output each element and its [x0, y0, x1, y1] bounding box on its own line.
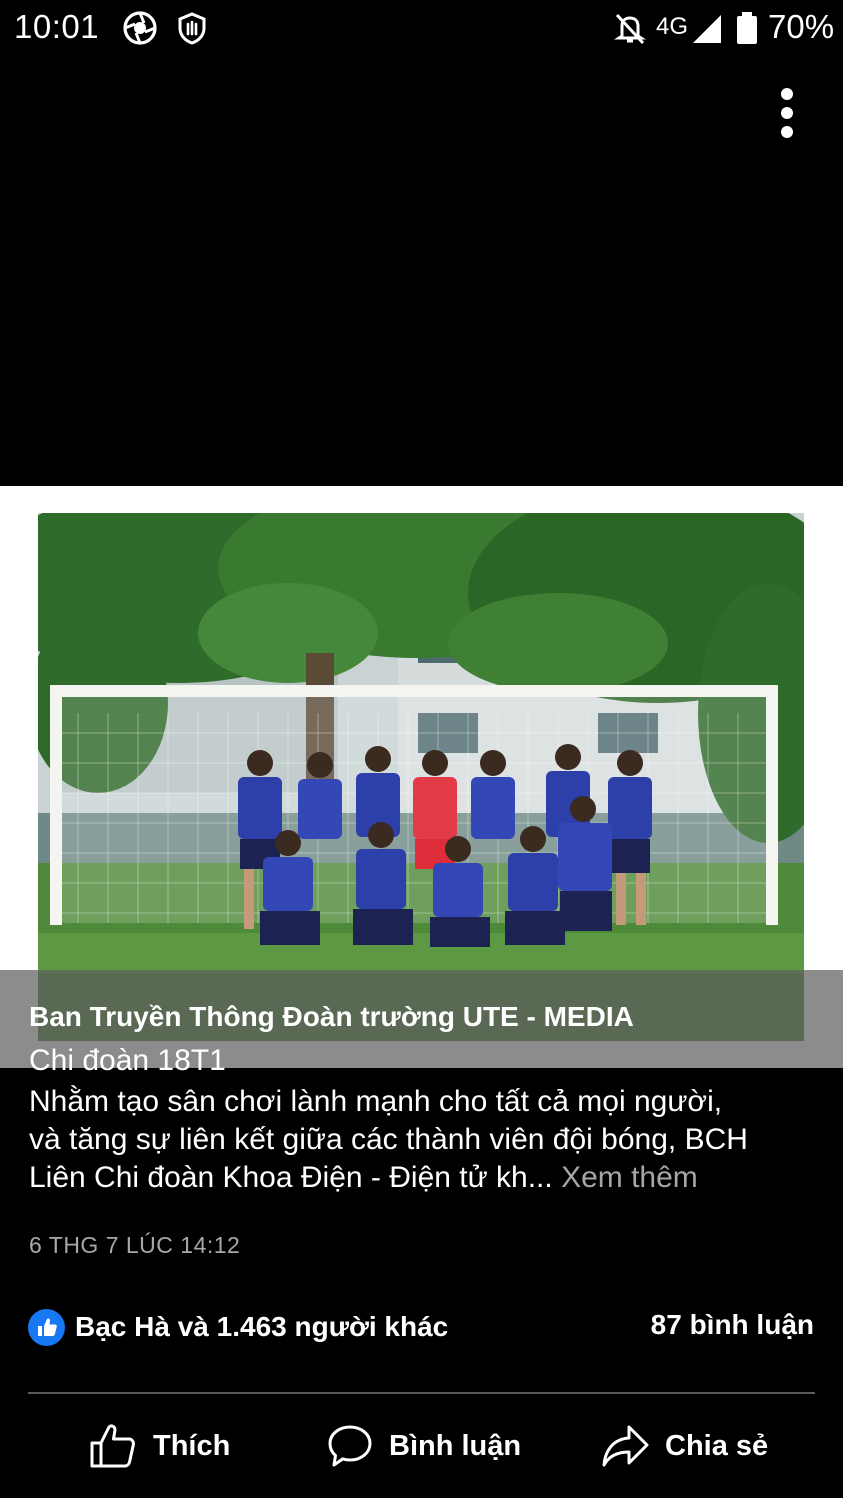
divider	[28, 1392, 815, 1394]
shield-hand-icon	[174, 10, 210, 46]
comment-bubble-icon	[328, 1425, 372, 1467]
network-type-label: 4G	[656, 13, 689, 40]
more-options-button[interactable]	[767, 84, 807, 144]
status-bar: 10:01 4G 70%	[0, 0, 843, 58]
see-more-link[interactable]: Xem thêm	[561, 1161, 698, 1194]
status-time: 10:01	[14, 8, 100, 45]
like-label: Thích	[153, 1429, 231, 1462]
share-arrow-icon	[602, 1425, 649, 1467]
post-text-line: Nhằm tạo sân chơi lành mạnh cho tất cả m…	[29, 1085, 723, 1118]
post-text-line: và tăng sự liên kết giữa các thành viên …	[29, 1123, 748, 1156]
like-button[interactable]: Thích	[89, 1420, 230, 1472]
more-vertical-icon	[781, 88, 793, 138]
post-timestamp: 6 THG 7 LÚC 14:12	[29, 1232, 241, 1258]
comment-label: Bình luận	[389, 1429, 522, 1462]
like-reaction-icon	[28, 1308, 65, 1346]
thumbs-up-icon	[90, 1424, 135, 1468]
reactions-summary[interactable]: Bạc Hà và 1.463 người khác	[28, 1308, 448, 1346]
share-button[interactable]: Chia sẻ	[601, 1420, 768, 1472]
bell-off-icon	[612, 10, 648, 46]
share-label: Chia sẻ	[665, 1429, 769, 1462]
battery-percent: 70%	[768, 8, 835, 45]
post-text-line: Liên Chi đoàn Khoa Điện - Điện tử kh... …	[29, 1159, 829, 1197]
post-text-line-content: Liên Chi đoàn Khoa Điện - Điện tử kh...	[29, 1161, 553, 1194]
comment-button[interactable]: Bình luận	[327, 1420, 521, 1472]
post-group[interactable]: Chi đoàn 18T1	[29, 1044, 226, 1078]
battery-icon	[734, 10, 760, 46]
post-text: Nhằm tạo sân chơi lành mạnh cho tất cả m…	[29, 1083, 829, 1197]
comment-count[interactable]: 87 bình luận	[651, 1309, 814, 1341]
signal-icon	[690, 10, 724, 46]
reaction-text: Bạc Hà và 1.463 người khác	[75, 1311, 449, 1342]
post-photo[interactable]	[38, 513, 804, 1041]
aperture-icon	[122, 10, 158, 46]
post-author[interactable]: Ban Truyền Thông Đoàn trường UTE - MEDIA	[29, 1001, 634, 1033]
